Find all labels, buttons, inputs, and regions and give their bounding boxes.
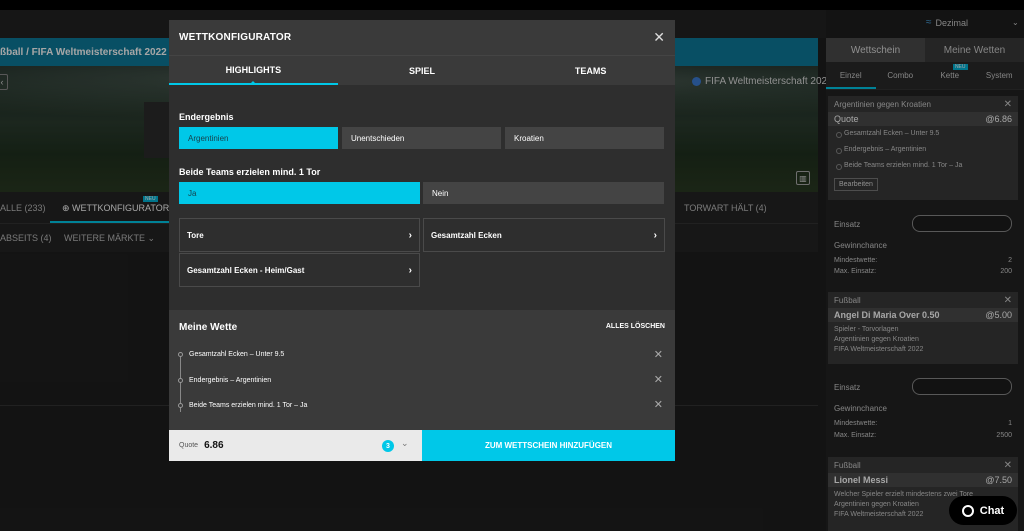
- chat-bubble-icon: [961, 504, 974, 517]
- close-icon[interactable]: ✕: [654, 398, 663, 411]
- expander-label: Gesamtzahl Ecken: [431, 230, 502, 240]
- option-ja[interactable]: Ja: [179, 182, 420, 204]
- bet-leg: Endergebnis – Argentinien: [189, 377, 272, 384]
- quote-summary: Quote 6.86 3 ⌄: [169, 430, 422, 461]
- chevron-right-icon: ›: [408, 264, 412, 276]
- expander-ecken-heim-gast[interactable]: Gesamtzahl Ecken - Heim/Gast ›: [179, 253, 420, 287]
- market-selector: Endergebnis Argentinien Unentschieden Kr…: [169, 85, 675, 309]
- leg-dot-icon: [178, 352, 183, 357]
- leg-dot-icon: [178, 378, 183, 383]
- market-label-btts: Beide Teams erzielen mind. 1 Tor: [179, 167, 321, 177]
- my-bet-section: Meine Wette ALLES LÖSCHEN Gesamtzahl Eck…: [169, 310, 675, 430]
- chat-label: Chat: [979, 504, 1005, 517]
- selection-count-badge: 3: [382, 440, 394, 452]
- clear-all-button[interactable]: ALLES LÖSCHEN: [606, 323, 665, 330]
- bet-leg: Beide Teams erzielen mind. 1 Tor – Ja: [189, 402, 308, 409]
- my-bet-title: Meine Wette: [179, 322, 238, 333]
- add-to-betslip-button[interactable]: ZUM WETTSCHEIN HINZUFÜGEN: [422, 430, 675, 461]
- option-kroatien[interactable]: Kroatien: [505, 127, 664, 149]
- chat-button[interactable]: Chat: [949, 496, 1017, 525]
- option-nein[interactable]: Nein: [423, 182, 664, 204]
- close-icon[interactable]: ✕: [653, 29, 665, 46]
- option-unentschieden[interactable]: Unentschieden: [342, 127, 501, 149]
- option-argentinien[interactable]: Argentinien: [179, 127, 338, 149]
- quote-value: 6.86: [204, 440, 224, 451]
- tab-teams[interactable]: TEAMS: [506, 56, 675, 85]
- quote-label: Quote: [179, 442, 199, 449]
- expander-label: Tore: [187, 230, 204, 240]
- modal-tabs: HIGHLIGHTS SPIEL TEAMS: [169, 55, 675, 85]
- tab-highlights[interactable]: HIGHLIGHTS: [169, 56, 338, 85]
- modal-header: WETTKONFIGURATOR ✕: [169, 20, 675, 55]
- modal-title: WETTKONFIGURATOR: [179, 32, 292, 43]
- market-label-endergebnis: Endergebnis: [179, 112, 234, 122]
- chevron-down-icon[interactable]: ⌄: [401, 438, 409, 449]
- close-icon[interactable]: ✕: [654, 348, 663, 361]
- bet-builder-modal: WETTKONFIGURATOR ✕ HIGHLIGHTS SPIEL TEAM…: [169, 20, 675, 461]
- expander-gesamtzahl-ecken[interactable]: Gesamtzahl Ecken ›: [423, 218, 665, 252]
- bet-leg: Gesamtzahl Ecken – Unter 9.5: [189, 351, 285, 358]
- chevron-right-icon: ›: [653, 229, 657, 241]
- expander-label: Gesamtzahl Ecken - Heim/Gast: [187, 265, 305, 275]
- tab-spiel[interactable]: SPIEL: [338, 56, 507, 85]
- expander-tore[interactable]: Tore ›: [179, 218, 420, 252]
- close-icon[interactable]: ✕: [654, 373, 663, 386]
- chevron-right-icon: ›: [408, 229, 412, 241]
- leg-dot-icon: [178, 403, 183, 408]
